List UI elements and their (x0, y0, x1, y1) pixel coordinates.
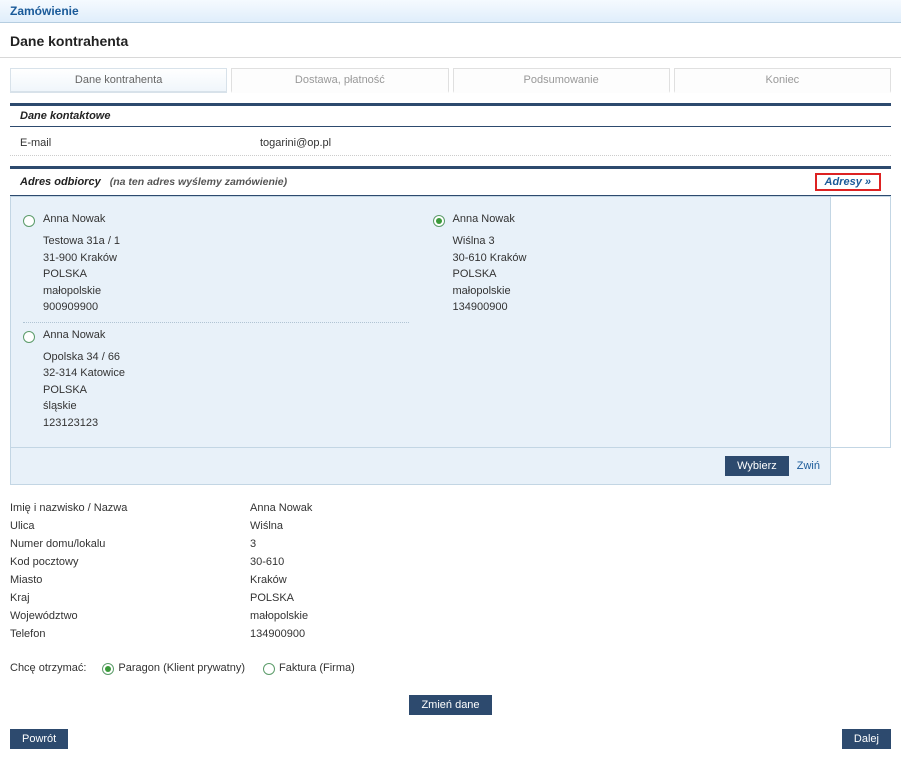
email-row: E-mail togarini@op.pl (10, 127, 891, 156)
detail-value-street: Wiślna (250, 520, 283, 532)
page-title: Dane kontrahenta (10, 33, 891, 49)
detail-label-street: Ulica (10, 520, 250, 532)
adresy-button[interactable]: Adresy » (815, 173, 881, 191)
receipt-radio-paragon[interactable] (102, 663, 114, 675)
tab-dane-kontrahenta[interactable]: Dane kontrahenta (10, 68, 227, 93)
email-label: E-mail (20, 137, 260, 149)
detail-label-number: Numer domu/lokalu (10, 538, 250, 550)
section-bar-contact: Dane kontaktowe (10, 103, 891, 127)
next-button[interactable]: Dalej (842, 729, 891, 749)
tab-podsumowanie[interactable]: Podsumowanie (453, 68, 670, 93)
address-radio-1[interactable] (433, 215, 445, 227)
address-item-1[interactable]: Anna Nowak Wiślna 3 30-610 Kraków POLSKA… (433, 207, 819, 322)
change-data-row: Zmień dane (0, 687, 901, 721)
detail-value-voivodeship: małopolskie (250, 610, 308, 622)
collapse-link[interactable]: Zwiń (797, 460, 820, 472)
details-grid: Imię i nazwisko / NazwaAnna Nowak UlicaW… (0, 485, 901, 649)
address-column-right: Anna Nowak Wiślna 3 30-610 Kraków POLSKA… (421, 197, 831, 447)
address-radio-0[interactable] (23, 215, 35, 227)
footer-buttons: Powrót Dalej (0, 721, 901, 765)
receipt-option-faktura[interactable]: Faktura (Firma) (263, 661, 355, 675)
detail-label-country: Kraj (10, 592, 250, 604)
address-name-1: Anna Nowak (453, 213, 527, 225)
section-bar-recipient: Adres odbiorcy (na ten adres wyślemy zam… (10, 166, 891, 196)
change-data-button[interactable]: Zmień dane (409, 695, 491, 715)
detail-label-voivodeship: Województwo (10, 610, 250, 622)
receipt-row: Chcę otrzymać: Paragon (Klient prywatny)… (0, 649, 901, 687)
detail-value-country: POLSKA (250, 592, 294, 604)
address-column-left: Anna Nowak Testowa 31a / 1 31-900 Kraków… (11, 197, 421, 447)
window-header: Zamówienie (0, 0, 901, 23)
detail-label-name: Imię i nazwisko / Nazwa (10, 502, 250, 514)
address-item-2[interactable]: Anna Nowak Opolska 34 / 66 32-314 Katowi… (23, 323, 409, 438)
window-title: Zamówienie (10, 4, 79, 18)
receipt-option-paragon[interactable]: Paragon (Klient prywatny) (102, 661, 245, 675)
email-value: togarini@op.pl (260, 137, 331, 149)
section-contact-title: Dane kontaktowe (20, 110, 110, 122)
detail-label-zip: Kod pocztowy (10, 556, 250, 568)
address-details-1: Wiślna 3 30-610 Kraków POLSKA małopolski… (453, 233, 527, 316)
detail-label-city: Miasto (10, 574, 250, 586)
back-button[interactable]: Powrót (10, 729, 68, 749)
receipt-radio-faktura[interactable] (263, 663, 275, 675)
address-details-2: Opolska 34 / 66 32-314 Katowice POLSKA ś… (43, 349, 125, 432)
address-name-2: Anna Nowak (43, 329, 125, 341)
address-item-0[interactable]: Anna Nowak Testowa 31a / 1 31-900 Kraków… (23, 207, 409, 323)
detail-value-zip: 30-610 (250, 556, 284, 568)
tab-dostawa-platnosc[interactable]: Dostawa, płatność (231, 68, 448, 93)
address-radio-2[interactable] (23, 331, 35, 343)
wizard-tabs: Dane kontrahenta Dostawa, płatność Podsu… (0, 58, 901, 93)
receipt-label: Chcę otrzymać: (10, 662, 86, 674)
section-recipient-title: Adres odbiorcy (20, 176, 101, 188)
detail-value-phone: 134900900 (250, 628, 305, 640)
address-side-blank (830, 197, 890, 447)
address-name-0: Anna Nowak (43, 213, 120, 225)
page-title-row: Dane kontrahenta (0, 23, 901, 58)
select-button[interactable]: Wybierz (725, 456, 789, 476)
address-details-0: Testowa 31a / 1 31-900 Kraków POLSKA mał… (43, 233, 120, 316)
tab-koniec[interactable]: Koniec (674, 68, 891, 93)
address-panel: Anna Nowak Testowa 31a / 1 31-900 Kraków… (10, 196, 891, 448)
detail-value-name: Anna Nowak (250, 502, 312, 514)
section-recipient-hint: (na ten adres wyślemy zamówienie) (110, 176, 287, 188)
detail-value-number: 3 (250, 538, 256, 550)
detail-label-phone: Telefon (10, 628, 250, 640)
detail-value-city: Kraków (250, 574, 287, 586)
